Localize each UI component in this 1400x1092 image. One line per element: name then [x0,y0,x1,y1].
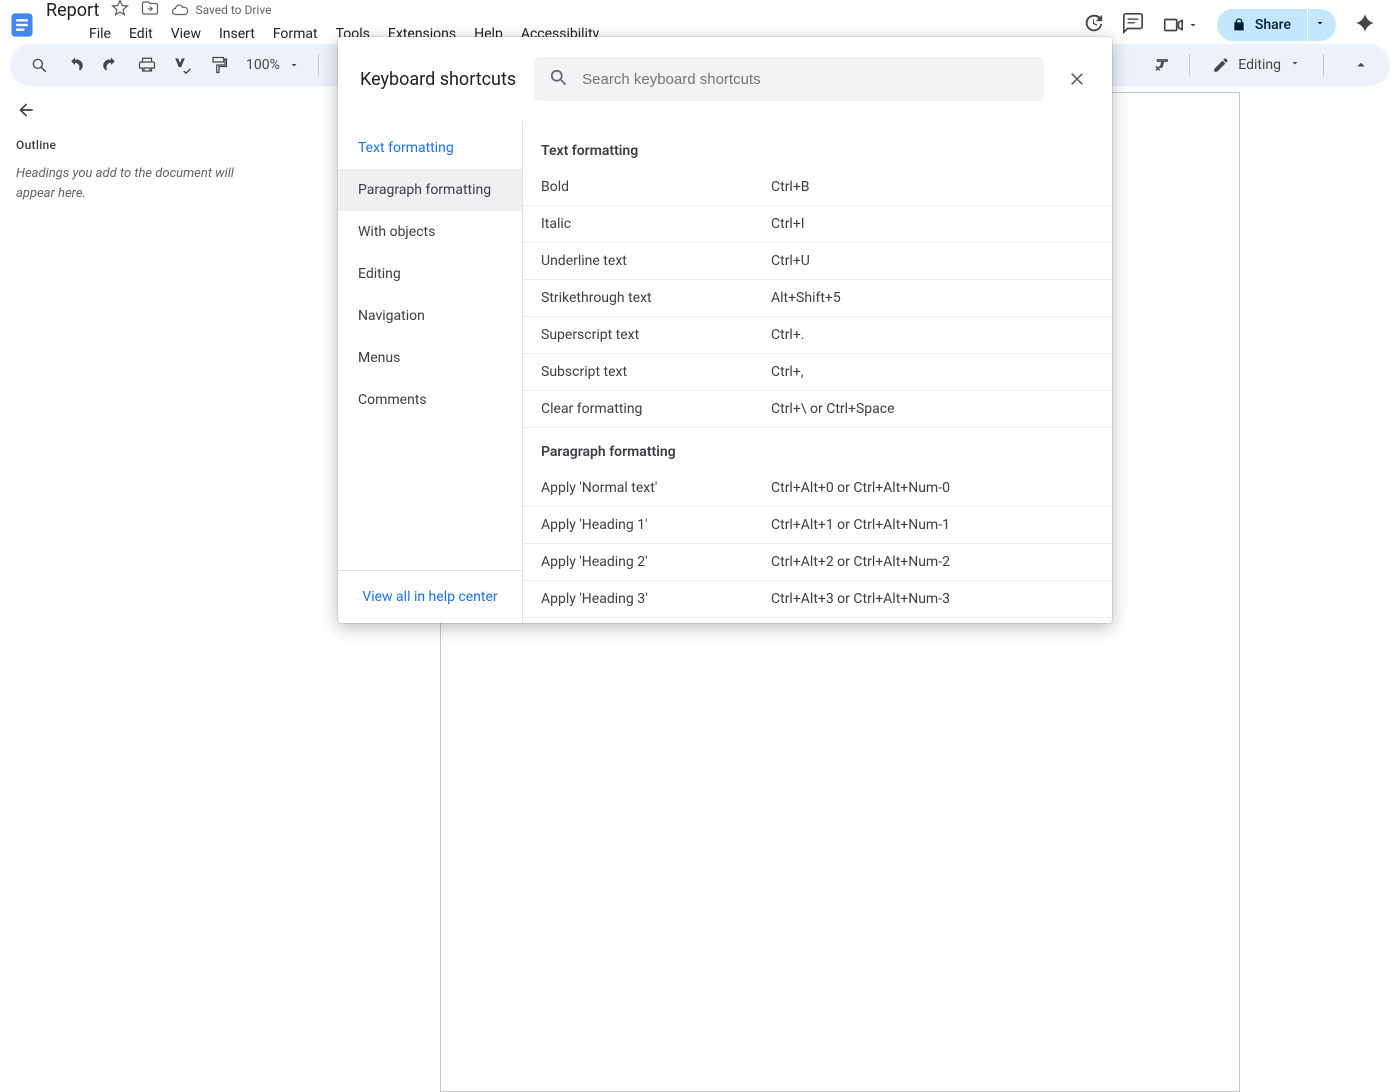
dialog-sidebar-items: Text formatting Paragraph formatting Wit… [338,121,522,570]
section-title: Paragraph formatting [523,428,1112,470]
search-icon [548,67,568,91]
zoom-dropdown[interactable]: 100% [240,57,306,73]
shortcut-keys: Ctrl+Alt+1 or Ctrl+Alt+Num-1 [771,517,950,533]
toolbar-separator [1189,54,1190,76]
shortcut-action: Apply 'Normal text' [541,480,771,496]
shortcut-action: Clear formatting [541,401,771,417]
mode-label: Editing [1238,57,1281,73]
sidebar-item-menus[interactable]: Menus [338,337,522,379]
shortcut-row: Apply 'Heading 2'Ctrl+Alt+2 or Ctrl+Alt+… [523,544,1112,581]
section-title: Text formatting [523,127,1112,169]
star-icon[interactable] [111,0,129,21]
sidebar-item-paragraph-formatting[interactable]: Paragraph formatting [338,169,522,211]
shortcut-action: Superscript text [541,327,771,343]
dialog-search[interactable] [534,57,1044,101]
collapse-toolbar-icon[interactable] [1346,50,1376,80]
shortcut-row: Apply 'Normal text'Ctrl+Alt+0 or Ctrl+Al… [523,470,1112,507]
shortcut-action: Apply 'Heading 2' [541,554,771,570]
outline-title: Outline [16,138,264,152]
undo-icon[interactable] [60,50,90,80]
shortcut-row: Apply 'Heading 3'Ctrl+Alt+3 or Ctrl+Alt+… [523,581,1112,618]
shortcut-keys: Ctrl+Alt+0 or Ctrl+Alt+Num-0 [771,480,950,496]
spellcheck-icon[interactable] [168,50,198,80]
header-right: Share [1082,9,1390,41]
shortcut-keys: Alt+Shift+5 [771,290,841,306]
doc-title[interactable]: Report [44,0,101,21]
outline-empty-text: Headings you add to the document will ap… [16,164,264,203]
close-icon[interactable] [1062,64,1092,94]
sidebar-item-navigation[interactable]: Navigation [338,295,522,337]
paint-format-icon[interactable] [204,50,234,80]
shortcut-action: Underline text [541,253,771,269]
shortcut-keys: Ctrl+Alt+2 or Ctrl+Alt+Num-2 [771,554,950,570]
menu-insert[interactable]: Insert [212,23,262,45]
docs-logo[interactable] [6,5,38,45]
cloud-status[interactable]: Saved to Drive [171,1,271,19]
mode-dropdown[interactable]: Editing [1202,52,1311,78]
help-center-link[interactable]: View all in help center [362,589,497,605]
share-dropdown[interactable] [1308,9,1336,41]
dialog-body: Text formatting Paragraph formatting Wit… [338,121,1112,623]
share-button[interactable]: Share [1217,9,1307,41]
menu-view[interactable]: View [164,23,208,45]
shortcut-row: Underline textCtrl+U [523,243,1112,280]
menu-format[interactable]: Format [266,23,325,45]
shortcut-action: Italic [541,216,771,232]
keyboard-shortcuts-dialog: Keyboard shortcuts Text formatting Parag… [338,37,1112,623]
shortcut-keys: Ctrl+\ or Ctrl+Space [771,401,895,417]
shortcut-row: Subscript textCtrl+, [523,354,1112,391]
move-icon[interactable] [141,0,159,21]
chevron-down-icon [1289,57,1301,73]
shortcut-row: Superscript textCtrl+. [523,317,1112,354]
shortcut-keys: Ctrl+, [771,364,804,380]
shortcut-action: Bold [541,179,771,195]
clear-formatting-icon[interactable] [1147,50,1177,80]
dialog-content[interactable]: Text formatting BoldCtrl+B ItalicCtrl+I … [523,121,1112,623]
shortcut-keys: Ctrl+. [771,327,804,343]
shortcut-row: Strikethrough textAlt+Shift+5 [523,280,1112,317]
shortcut-keys: Ctrl+B [771,179,810,195]
shortcut-action: Apply 'Heading 3' [541,591,771,607]
menu-file[interactable]: File [82,23,118,45]
toolbar-separator [318,54,319,76]
shortcut-action: Subscript text [541,364,771,380]
menu-edit[interactable]: Edit [122,23,160,45]
meet-button[interactable] [1162,14,1199,36]
toolbar-separator [1323,54,1324,76]
zoom-value: 100% [246,57,280,73]
shortcut-keys: Ctrl+I [771,216,805,232]
share-group: Share [1217,9,1336,41]
shortcut-action: Strikethrough text [541,290,771,306]
dialog-header: Keyboard shortcuts [338,37,1112,121]
outline-pane: Outline Headings you add to the document… [0,86,280,613]
sidebar-item-editing[interactable]: Editing [338,253,522,295]
gemini-icon[interactable] [1354,12,1376,38]
toolbar-search-icon[interactable] [24,50,54,80]
comment-icon[interactable] [1122,12,1144,38]
shortcut-action: Apply 'Heading 1' [541,517,771,533]
dialog-sidebar: Text formatting Paragraph formatting Wit… [338,121,523,623]
shortcut-row: Clear formattingCtrl+\ or Ctrl+Space [523,391,1112,428]
dialog-search-input[interactable] [582,71,1030,88]
cloud-status-label: Saved to Drive [195,3,271,17]
redo-icon[interactable] [96,50,126,80]
print-icon[interactable] [132,50,162,80]
sidebar-item-with-objects[interactable]: With objects [338,211,522,253]
sidebar-item-comments[interactable]: Comments [338,379,522,421]
outline-back-icon[interactable] [16,100,264,124]
shortcut-keys: Ctrl+U [771,253,810,269]
share-label: Share [1255,17,1291,33]
dialog-sidebar-footer: View all in help center [338,570,522,623]
history-icon[interactable] [1082,12,1104,38]
shortcut-keys: Ctrl+Alt+3 or Ctrl+Alt+Num-3 [771,591,950,607]
shortcut-row: Apply 'Heading 1'Ctrl+Alt+1 or Ctrl+Alt+… [523,507,1112,544]
shortcut-row: BoldCtrl+B [523,169,1112,206]
shortcut-row: ItalicCtrl+I [523,206,1112,243]
dialog-title: Keyboard shortcuts [360,69,516,90]
sidebar-item-text-formatting[interactable]: Text formatting [338,127,522,169]
